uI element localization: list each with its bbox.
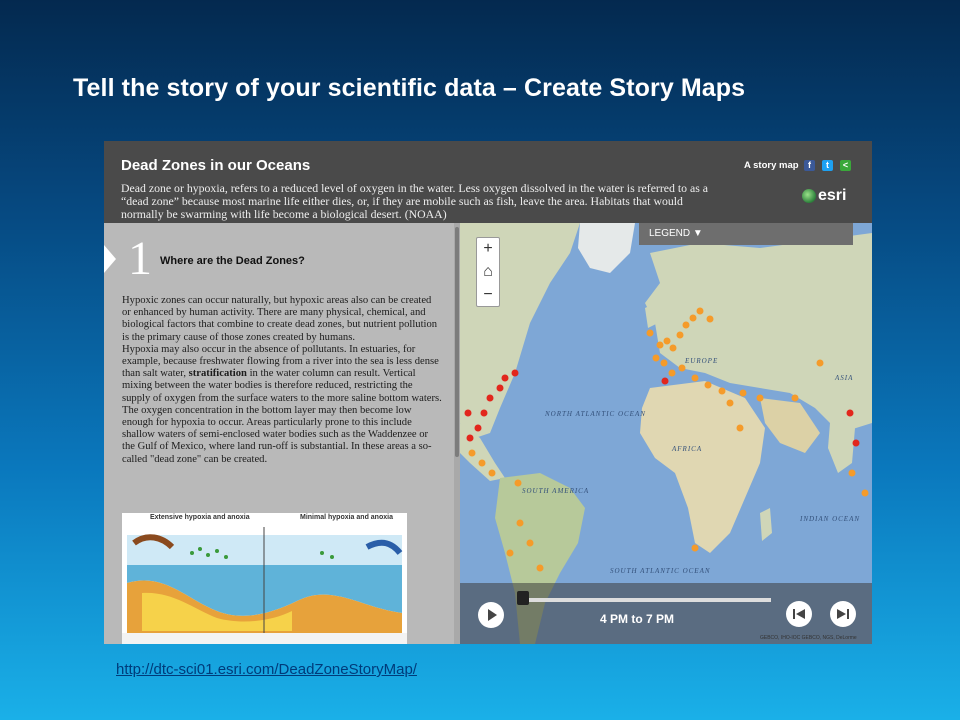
paragraph-2-text-b: in the water column can result. Vertical…	[122, 368, 442, 465]
zoom-out-button[interactable]: −	[477, 284, 499, 306]
home-icon[interactable]: ⌂	[477, 261, 499, 283]
legend-toggle-button[interactable]: LEGEND ▼	[639, 223, 853, 245]
esri-brand-text: esri	[818, 187, 847, 204]
time-slider-bar: 4 PM to 7 PM GEBCO, IHO-IOC GEBCO, NGS, …	[460, 583, 872, 644]
slide-title: Tell the story of your scientific data –…	[73, 74, 746, 102]
section-title: Where are the Dead Zones?	[160, 255, 305, 267]
globe-icon	[802, 189, 816, 203]
story-map-link[interactable]: http://dtc-sci01.esri.com/DeadZoneStoryM…	[116, 661, 417, 678]
map-label-south-atlantic: SOUTH ATLANTIC OCEAN	[610, 567, 711, 575]
facebook-icon[interactable]: f	[804, 160, 815, 171]
section-number: 1	[128, 232, 152, 285]
diagram-right-label: Minimal hypoxia and anoxia	[300, 514, 393, 521]
panel-scrollbar-thumb[interactable]	[455, 227, 459, 457]
story-side-panel: 1 Where are the Dead Zones? Hypoxic zone…	[104, 223, 460, 644]
previous-icon[interactable]	[786, 601, 812, 627]
map-label-indian-ocean: INDIAN OCEAN	[799, 515, 860, 523]
zoom-in-button[interactable]: +	[477, 238, 499, 260]
paragraph-2-bold-term: stratification	[188, 368, 247, 380]
time-slider-track[interactable]	[524, 598, 771, 602]
map-label-africa: AFRICA	[671, 445, 702, 453]
hypoxia-diagram-illustration	[122, 523, 407, 644]
map-label-asia: ASIA	[834, 374, 853, 382]
esri-logo[interactable]: esri	[802, 187, 854, 207]
section-body: Hypoxic zones can occur naturally, but h…	[122, 295, 442, 466]
story-description: Dead zone or hypoxia, refers to a reduce…	[121, 181, 709, 221]
story-title: Dead Zones in our Oceans	[121, 157, 311, 174]
section-marker-arrow-icon	[104, 245, 116, 273]
story-map-label: A story map	[744, 160, 799, 171]
map-label-north-atlantic: NORTH ATLANTIC OCEAN	[544, 410, 646, 418]
world-map-canvas: EUROPE ASIA AFRICA NORTH ATLANTIC OCEAN …	[460, 223, 872, 644]
map-attribution: GEBCO, IHO-IOC GEBCO, NGS, DeLorme	[760, 635, 857, 641]
twitter-icon[interactable]: t	[822, 160, 833, 171]
map-label-south-america: SOUTH AMERICA	[522, 487, 589, 495]
next-icon[interactable]	[830, 601, 856, 627]
world-map[interactable]: EUROPE ASIA AFRICA NORTH ATLANTIC OCEAN …	[460, 223, 872, 644]
story-map-header: Dead Zones in our Oceans Dead zone or hy…	[104, 141, 872, 223]
share-icon[interactable]: <	[840, 160, 851, 171]
play-icon[interactable]	[478, 602, 504, 628]
map-label-europe: EUROPE	[684, 357, 718, 365]
map-zoom-control: + ⌂ −	[476, 237, 500, 307]
story-map-screenshot: Dead Zones in our Oceans Dead zone or hy…	[104, 141, 872, 644]
paragraph-1: Hypoxic zones can occur naturally, but h…	[122, 295, 438, 343]
diagram-left-label: Extensive hypoxia and anoxia	[150, 514, 250, 521]
paragraph-2: Hypoxia may also occur in the absence of…	[122, 344, 442, 466]
time-range-label: 4 PM to 7 PM	[600, 612, 675, 626]
time-slider-handle[interactable]	[517, 591, 529, 605]
hypoxia-diagram-image: Extensive hypoxia and anoxia Minimal hyp…	[122, 513, 407, 644]
